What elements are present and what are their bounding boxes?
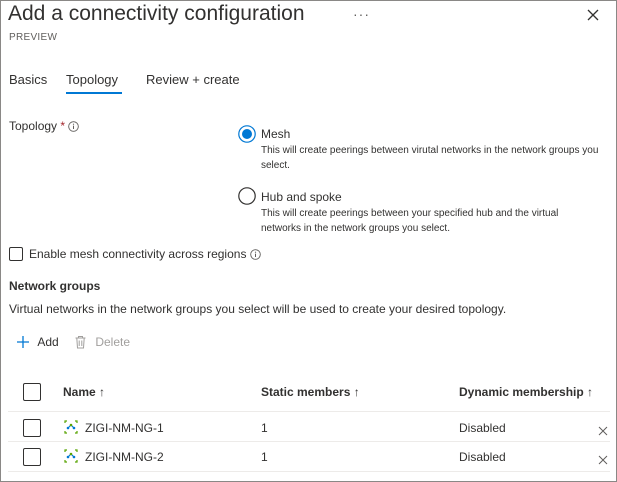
- topology-label-text: Topology: [9, 119, 58, 133]
- remove-row-icon[interactable]: [598, 423, 608, 436]
- preview-badge: PREVIEW: [9, 32, 58, 43]
- required-mark: *: [60, 119, 66, 133]
- mesh-connectivity-label-group: Enable mesh connectivity across regions: [29, 247, 261, 261]
- network-groups-title: Network groups: [9, 279, 101, 293]
- topology-label: Topology *: [9, 119, 80, 133]
- info-icon[interactable]: [250, 249, 261, 260]
- dialog-title: Add a connectivity configuration: [8, 2, 305, 25]
- network-group-icon: [63, 419, 79, 435]
- row-checkbox[interactable]: [23, 419, 41, 437]
- row-divider: [8, 471, 610, 472]
- row-static-members: 1: [261, 421, 268, 435]
- tab-topology[interactable]: Topology: [66, 72, 118, 87]
- select-all-checkbox[interactable]: [23, 383, 41, 401]
- hub-and-spoke-radio[interactable]: [238, 187, 256, 205]
- column-header-dynamic-membership[interactable]: Dynamic membership ↑: [459, 385, 593, 399]
- hub-and-spoke-description: This will create peerings between your s…: [261, 208, 559, 234]
- column-header-static-members[interactable]: Static members ↑: [261, 385, 360, 399]
- row-static-members: 1: [261, 450, 268, 464]
- row-dynamic-membership: Disabled: [459, 450, 506, 464]
- active-tab-indicator: [66, 92, 122, 94]
- mesh-description: This will create peerings between viruta…: [261, 145, 599, 171]
- close-icon[interactable]: [584, 6, 602, 24]
- row-name[interactable]: ZIGI-NM-NG-1: [85, 421, 164, 435]
- mesh-radio-label[interactable]: Mesh: [261, 127, 290, 141]
- tab-basics[interactable]: Basics: [9, 72, 47, 87]
- delete-label: Delete: [95, 335, 131, 349]
- tab-review-create[interactable]: Review + create: [146, 72, 240, 87]
- row-name[interactable]: ZIGI-NM-NG-2: [85, 450, 164, 464]
- column-header-name[interactable]: Name ↑: [63, 385, 105, 399]
- hub-and-spoke-radio-label[interactable]: Hub and spoke: [261, 190, 342, 204]
- more-options-button[interactable]: ···: [353, 6, 370, 22]
- mesh-connectivity-label[interactable]: Enable mesh connectivity across regions: [29, 247, 246, 261]
- plus-icon: [16, 335, 30, 352]
- network-groups-description: Virtual networks in the network groups y…: [9, 302, 507, 316]
- add-label: Add: [37, 335, 59, 349]
- mesh-connectivity-checkbox[interactable]: [9, 247, 23, 261]
- network-group-icon: [63, 448, 79, 464]
- remove-row-icon[interactable]: [598, 452, 608, 465]
- add-button[interactable]: Add: [16, 335, 59, 352]
- row-divider: [8, 441, 610, 442]
- row-divider: [8, 411, 610, 412]
- trash-icon: [74, 335, 87, 352]
- row-checkbox[interactable]: [23, 448, 41, 466]
- info-icon[interactable]: [68, 121, 80, 132]
- mesh-radio[interactable]: [238, 125, 256, 143]
- delete-button[interactable]: Delete: [74, 335, 130, 352]
- row-dynamic-membership: Disabled: [459, 421, 506, 435]
